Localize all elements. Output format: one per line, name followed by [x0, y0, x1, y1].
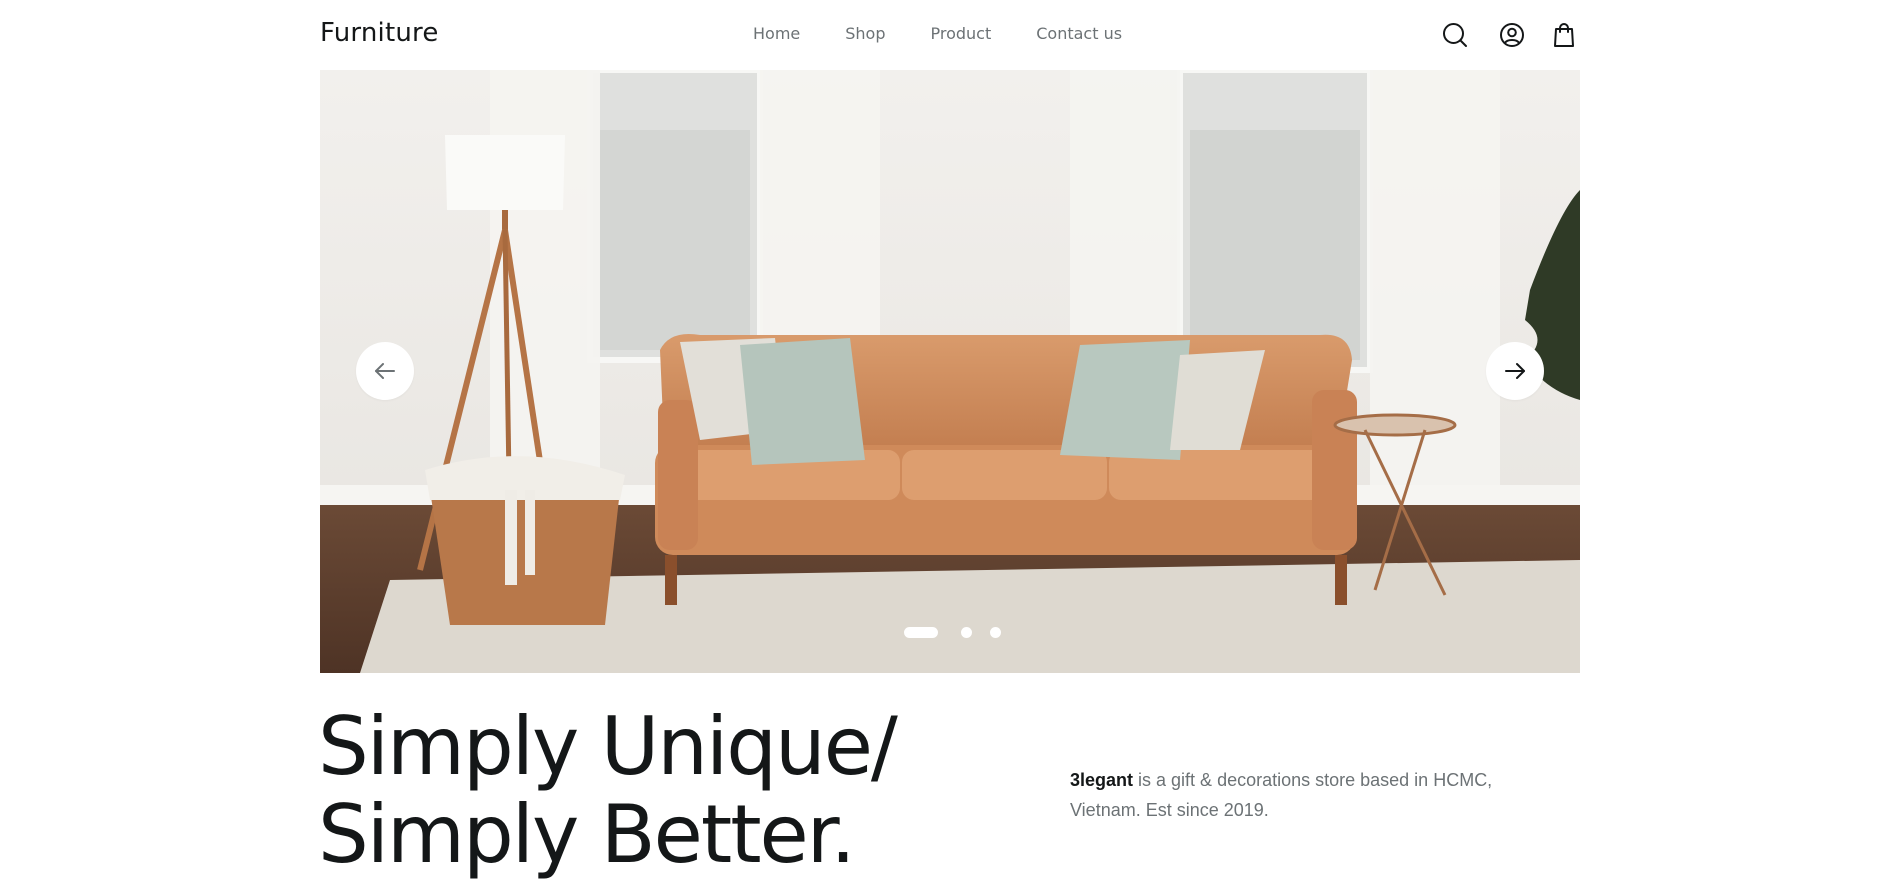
hero-living-room-image [320, 70, 1580, 673]
carousel-next-button[interactable] [1486, 342, 1544, 400]
carousel-dot-3[interactable] [990, 627, 1001, 638]
carousel-dot-2[interactable] [961, 627, 972, 638]
search-icon[interactable] [1440, 20, 1470, 50]
description-line-1: is a gift & decorations store based in H… [1133, 770, 1493, 790]
shopping-bag-icon[interactable] [1549, 20, 1579, 50]
headline-line-1: Simply Unique/ [318, 700, 898, 793]
site-logo[interactable]: Furniture [320, 18, 439, 48]
nav-link-contact[interactable]: Contact us [1036, 24, 1122, 43]
top-navigation: Furniture Home Shop Product Contact us [0, 0, 1903, 70]
carousel-indicators [904, 627, 1019, 638]
user-icon[interactable] [1497, 20, 1527, 50]
hero-carousel [320, 70, 1580, 673]
carousel-dot-1[interactable] [904, 627, 938, 638]
main-menu: Home Shop Product Contact us [753, 24, 1167, 43]
nav-link-shop[interactable]: Shop [845, 24, 885, 43]
store-description: 3legant is a gift & decorations store ba… [1070, 765, 1540, 825]
arrow-left-icon [375, 363, 395, 379]
carousel-prev-button[interactable] [356, 342, 414, 400]
hero-headline: Simply Unique/ Simply Better. [318, 700, 898, 879]
brand-name: 3legant [1070, 770, 1134, 790]
headline-line-2: Simply Better. [318, 788, 856, 879]
arrow-right-icon [1505, 363, 1525, 379]
header-actions [1440, 20, 1579, 50]
nav-link-product[interactable]: Product [931, 24, 992, 43]
description-line-2: Vietnam. Est since 2019. [1070, 800, 1269, 820]
nav-link-home[interactable]: Home [753, 24, 800, 43]
